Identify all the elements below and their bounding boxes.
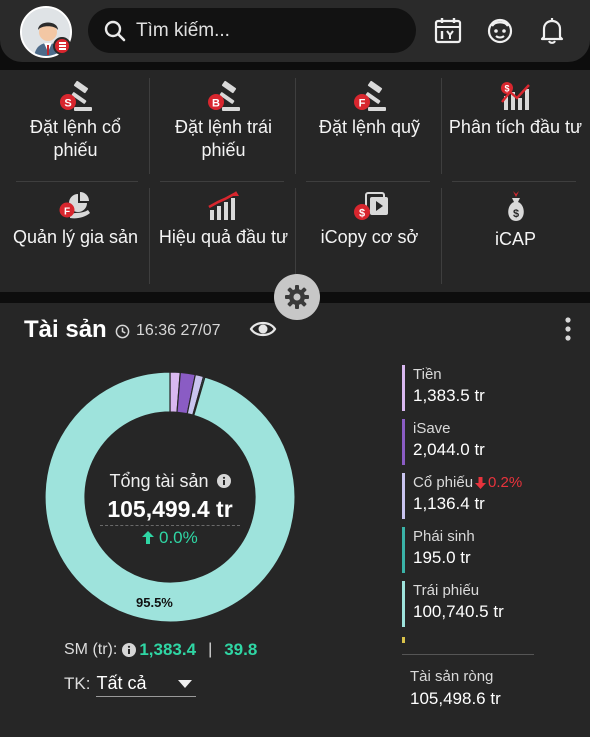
notification-bell-icon[interactable] [536,14,568,46]
menu-item-label: Đặt lệnh trái phiếu [174,117,273,160]
support-chat-icon[interactable] [484,14,516,46]
divider [402,654,534,655]
menu-item-label: Đặt lệnh quỹ [318,117,421,137]
stock-order-gavel-icon: S [59,80,92,111]
menu-item-icopy[interactable]: $ iCopy cơ sở [296,180,443,288]
assets-panel: Tài sản 16:36 27/07 Tổng tài sản 105,499… [0,303,590,737]
info-icon[interactable] [122,643,137,657]
legend-value: 2,044.0 tr [413,440,485,459]
dropdown-caret-icon [178,679,193,688]
assets-timestamp: 16:36 27/07 [115,322,221,340]
bond-order-gavel-icon: B [207,80,240,111]
total-change: 0.0% [70,528,270,548]
wealth-management-icon: F [59,192,90,219]
legend-item-cash[interactable]: Tiền 1,383.5 tr [402,365,542,411]
account-filter: TK: Tất cả [64,671,197,697]
total-assets-label: Tổng tài sản [70,471,270,492]
bond-share-data-label: 95.5% [136,595,173,610]
net-assets-label: Tài sản ròng [410,668,494,685]
svg-text:S: S [64,98,71,110]
net-assets-value: 105,498.6 tr [410,689,501,708]
legend-item-stocks[interactable]: Cổ phiếu 0.2% 1,136.4 tr [402,473,542,519]
sm-value-secondary: 39.8 [224,640,258,659]
settings-gear-button[interactable] [274,274,320,320]
svg-text:B: B [212,98,220,110]
arrow-down-icon [475,476,487,489]
sm-separator: | [208,641,213,658]
clock-icon [115,324,130,338]
arrow-up-icon [142,531,155,544]
total-assets-label-text: Tổng tài sản [109,471,209,491]
total-change-value: 0.0% [158,528,198,547]
menu-item-label: Hiệu quả đầu tư [158,227,289,247]
search-icon [104,20,126,41]
menu-item-icap[interactable]: $ iCAP [442,180,589,288]
total-assets-value: 105,499.4 tr [107,496,233,522]
legend-item-bonds[interactable]: Trái phiếu 100,740.5 tr [402,581,542,627]
account-label: TK: [64,674,91,693]
investment-analysis-chart-icon: $ [500,82,530,110]
account-select[interactable]: Tất cả [96,671,197,697]
legend-value: 100,740.5 tr [413,602,504,621]
legend-change: 0.2% [488,474,523,491]
menu-item-wealth-management[interactable]: F Quản lý gia sản [2,180,149,288]
legend-item-isave[interactable]: iSave 2,044.0 tr [402,419,542,465]
menu-item-fund-order[interactable]: F Đặt lệnh quỹ [296,70,443,178]
legend-scroll-hint [402,637,405,643]
legend-item-derivatives[interactable]: Phái sinh 195.0 tr [402,527,542,573]
legend-value: 1,136.4 tr [413,494,485,513]
divider [100,525,240,526]
legend-name: Tiền [413,366,442,383]
fund-order-gavel-icon: F [353,80,386,111]
svg-text:F: F [358,98,365,110]
svg-text:$: $ [358,208,364,220]
menu-item-label: iCopy cơ sở [320,227,419,247]
calendar-icon[interactable] [432,14,464,46]
svg-text:$: $ [504,84,509,94]
menu-item-investment-performance[interactable]: Hiệu quả đầu tư [150,180,297,288]
investment-performance-chart-icon [207,191,239,220]
legend-name-text: Cổ phiếu [413,474,474,491]
search-box[interactable] [88,8,416,53]
assets-title: Tài sản [24,316,107,343]
legend-value: 1,383.5 tr [413,386,485,405]
legend-name: Phái sinh [413,528,475,545]
legend-name: iSave [413,420,451,437]
gear-icon [285,285,309,309]
legend-value: 195.0 tr [413,548,471,567]
top-bar [0,0,590,62]
eye-icon[interactable] [249,319,277,339]
sm-value-primary: 1,383.4 [139,640,197,659]
search-input[interactable] [136,19,396,42]
menu-badge-icon[interactable] [53,37,71,55]
svg-text:F: F [63,207,69,218]
menu-item-label: Quản lý gia sản [12,227,139,247]
svg-text:$: $ [512,208,518,220]
menu-item-stock-order[interactable]: S Đặt lệnh cổ phiếu [2,70,149,178]
purchasing-power-row: SM (tr): 1,383.4 | 39.8 [64,640,257,660]
menu-item-bond-order[interactable]: B Đặt lệnh trái phiếu [150,70,297,178]
legend-name: Trái phiếu [413,582,480,599]
menu-item-investment-analysis[interactable]: $ Phân tích đầu tư [442,70,589,178]
sm-label: SM (tr): [64,641,118,658]
icopy-icon: $ [353,192,388,220]
account-select-value: Tất cả [96,673,147,693]
info-icon[interactable] [216,474,231,488]
menu-item-label: Phân tích đầu tư [448,117,583,137]
quick-menu: S Đặt lệnh cổ phiếu B Đặt lệnh trái phiế… [0,70,590,292]
timestamp-text: 16:36 27/07 [136,322,221,339]
icap-money-bag-icon: $ [507,191,524,221]
menu-item-label: Đặt lệnh cổ phiếu [29,117,122,160]
menu-item-label: iCAP [494,229,536,249]
more-options-icon[interactable] [558,315,578,343]
legend-name: Cổ phiếu 0.2% [413,473,542,492]
